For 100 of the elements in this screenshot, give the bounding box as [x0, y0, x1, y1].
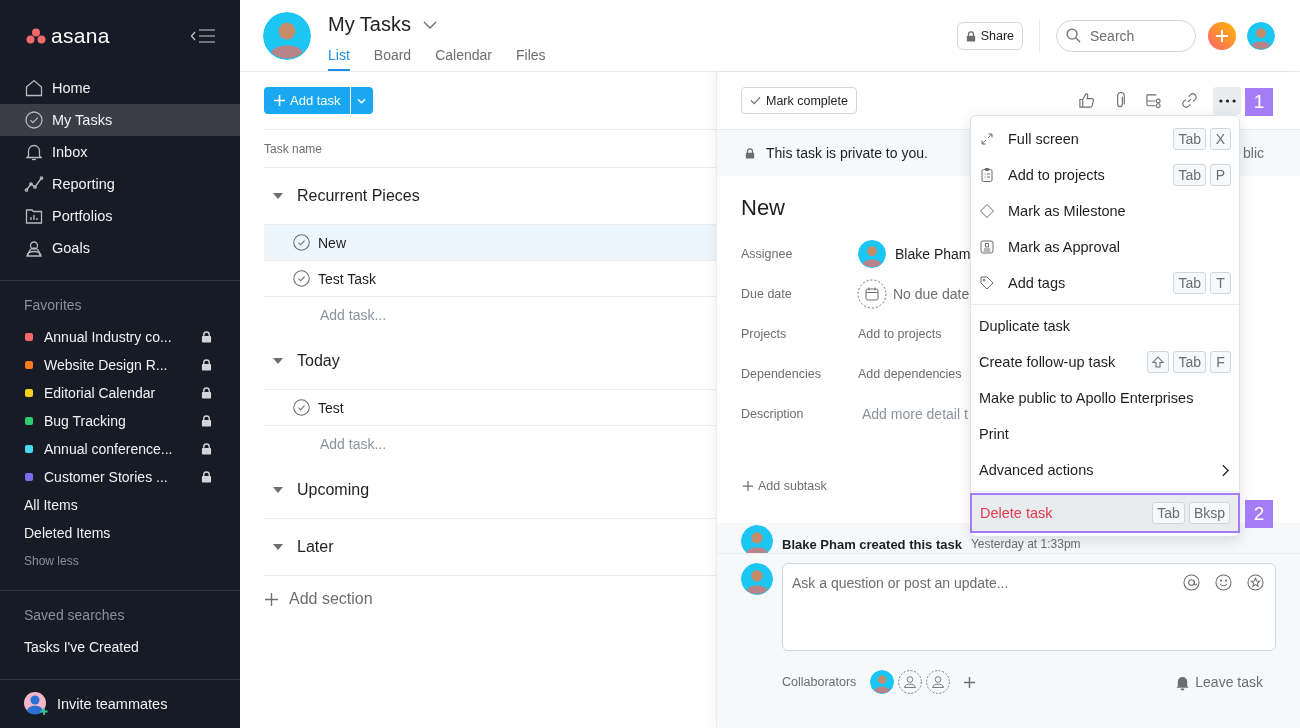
subtask-icon[interactable]	[1145, 92, 1162, 109]
search-field[interactable]: Search	[1056, 20, 1196, 52]
menu-item[interactable]: Add tags Tab T	[971, 265, 1239, 301]
nav-item[interactable]: Portfolios	[0, 200, 240, 232]
tab[interactable]: Files	[516, 43, 546, 71]
field-value[interactable]: Add to projects	[858, 327, 942, 341]
check-circle-icon[interactable]	[293, 234, 310, 251]
search-icon	[1066, 28, 1081, 43]
field-label: Dependencies	[741, 367, 822, 381]
add-button[interactable]	[1208, 22, 1236, 50]
triangle-icon[interactable]	[273, 544, 283, 550]
triangle-icon[interactable]	[273, 193, 283, 199]
menu-item[interactable]: Mark as Approval	[971, 229, 1239, 265]
saved-search-item[interactable]: Tasks I've Created	[0, 633, 240, 661]
menu-item[interactable]: Full screen Tab X	[971, 121, 1239, 157]
menu-item-label: Delete task	[980, 505, 1054, 521]
task-name: Test	[318, 399, 344, 416]
invite-button[interactable]: Invite teammates	[0, 679, 240, 728]
project-item[interactable]: Website Design R...	[0, 351, 240, 379]
avatar	[858, 240, 886, 268]
shortcut-key: F	[1210, 351, 1231, 373]
nav-item[interactable]: Goals	[0, 232, 240, 264]
check-circle-icon	[24, 110, 44, 130]
menu-item-label: Add tags	[1008, 275, 1067, 291]
assignee-name[interactable]: Blake Pham	[895, 246, 971, 262]
paperclip-icon[interactable]	[1114, 92, 1126, 109]
project-item[interactable]: Editorial Calendar	[0, 379, 240, 407]
project-name: Editorial Calendar	[44, 385, 157, 401]
menu-item[interactable]: Delete task Tab Bksp	[972, 495, 1238, 531]
menu-item[interactable]: Add to projects Tab P	[971, 157, 1239, 193]
task-row[interactable]: New	[264, 225, 716, 261]
diamond-icon	[979, 203, 995, 219]
task-row[interactable]: Test	[264, 390, 716, 426]
shortcut-key: P	[1210, 164, 1231, 186]
check-circle-icon[interactable]	[293, 270, 310, 287]
menu-item-label: Duplicate task	[979, 318, 1072, 334]
show-less-link[interactable]: Show less	[0, 547, 240, 575]
link-icon[interactable]	[1181, 92, 1198, 109]
add-section-button[interactable]: Add section	[264, 590, 716, 608]
page-title: My Tasks	[328, 13, 411, 36]
tab[interactable]: List	[328, 43, 350, 71]
nav-item[interactable]: My Tasks	[0, 104, 240, 136]
comment-field[interactable]: Ask a question or post an update...	[782, 563, 1276, 651]
menu-item-label: Mark as Approval	[1008, 239, 1122, 255]
thumbs-up-icon[interactable]	[1078, 92, 1095, 109]
project-item[interactable]: Annual conference...	[0, 435, 240, 463]
privacy-notice: This task is private to you.	[766, 145, 928, 161]
avatar[interactable]	[870, 670, 895, 694]
menu-item-label: Make public to Apollo Enterprises	[979, 390, 1195, 406]
calendar-icon[interactable]	[857, 279, 887, 309]
empty-person-icon[interactable]	[926, 670, 951, 694]
clipboard-list-icon	[979, 167, 995, 183]
collapse-sidebar-icon[interactable]	[190, 28, 216, 44]
avatar[interactable]	[1247, 22, 1275, 50]
project-item[interactable]: Bug Tracking	[0, 407, 240, 435]
emoji-icon[interactable]	[1215, 574, 1232, 591]
nav-item[interactable]: Inbox	[0, 136, 240, 168]
more-button[interactable]	[1213, 86, 1241, 115]
nav-item[interactable]: Reporting	[0, 168, 240, 200]
menu-item-label: Create follow-up task	[979, 354, 1117, 370]
tab[interactable]: Board	[373, 43, 412, 71]
menu-item[interactable]: Mark as Milestone	[971, 193, 1239, 229]
check-circle-icon[interactable]	[293, 399, 310, 416]
menu-item[interactable]: Create follow-up task Tab F	[971, 344, 1239, 380]
avatar	[741, 563, 773, 595]
empty-person-icon[interactable]	[898, 670, 923, 694]
plus-icon[interactable]	[964, 676, 976, 688]
section-title: Today	[297, 352, 340, 370]
tab[interactable]: Calendar	[435, 43, 492, 71]
menu-item[interactable]: Print	[971, 416, 1239, 452]
field-value[interactable]: Add dependencies	[858, 367, 962, 381]
due-date-value[interactable]: No due date	[893, 286, 970, 302]
section-heading: Favorites	[23, 296, 83, 315]
share-button[interactable]: Share	[956, 22, 1023, 50]
chevron-down-icon[interactable]	[423, 21, 437, 29]
leave-task-button[interactable]: Leave task	[1175, 673, 1263, 691]
privacy-action-link[interactable]: blic	[1243, 145, 1264, 161]
project-item[interactable]: Annual Industry co...	[0, 323, 240, 351]
shortcut-key: Tab	[1173, 164, 1206, 186]
sidebar-link[interactable]: Deleted Items	[0, 519, 240, 547]
triangle-icon[interactable]	[273, 487, 283, 493]
avatar	[263, 12, 311, 60]
column-header: Task name	[264, 141, 323, 156]
project-item[interactable]: Customer Stories ...	[0, 463, 240, 491]
tag-icon	[979, 275, 995, 291]
mark-complete-button[interactable]: Mark complete	[741, 87, 857, 114]
task-row[interactable]: Test Task	[264, 261, 716, 297]
menu-item[interactable]: Duplicate task	[971, 308, 1239, 344]
plus-icon	[265, 592, 278, 606]
collaborators-label: Collaborators	[782, 675, 857, 689]
more-icon	[1218, 98, 1236, 103]
triangle-icon[interactable]	[273, 358, 283, 364]
sidebar-link[interactable]: All Items	[0, 491, 240, 519]
logo-dots-icon	[26, 28, 46, 44]
menu-item[interactable]: Make public to Apollo Enterprises	[971, 380, 1239, 416]
lock-icon	[745, 147, 755, 159]
star-icon[interactable]	[1247, 574, 1264, 591]
nav-item[interactable]: Home	[0, 72, 240, 104]
dropdown-button[interactable]	[350, 87, 373, 114]
mention-icon[interactable]	[1183, 574, 1200, 591]
